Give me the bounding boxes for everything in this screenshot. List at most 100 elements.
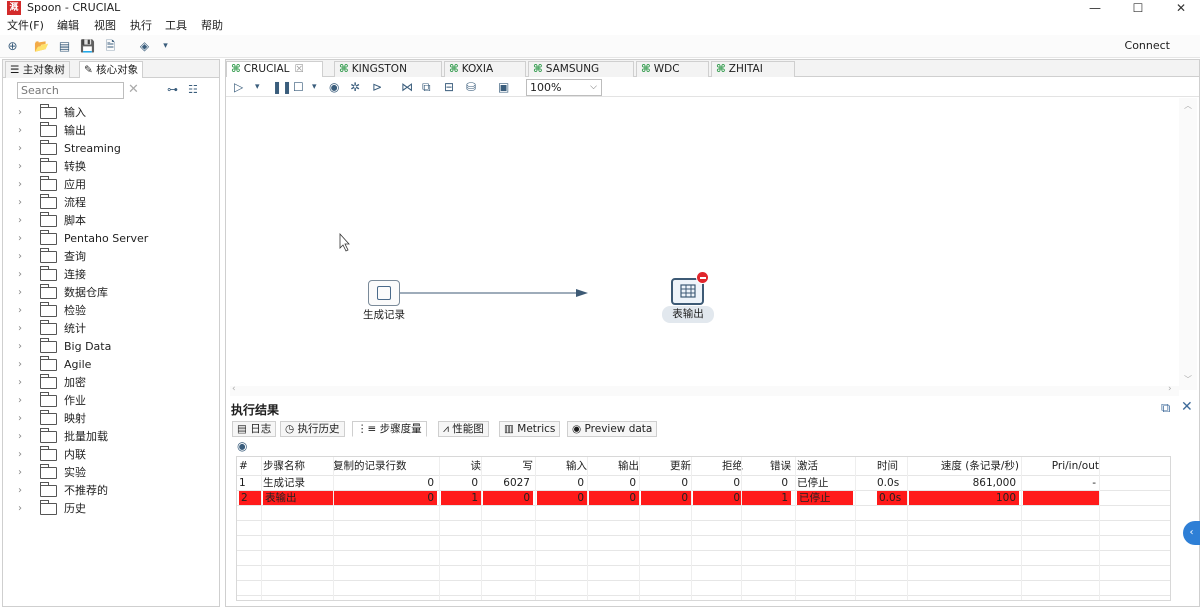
tree-item-experimental[interactable]: › 实验 bbox=[3, 464, 219, 482]
preview-icon[interactable]: ◉ bbox=[329, 80, 339, 94]
eye-icon[interactable]: ◉ bbox=[237, 439, 247, 453]
tab-performance[interactable]: ⩘ 性能图 bbox=[438, 421, 489, 437]
canvas-horizontal-scrollbar[interactable]: ‹ › bbox=[230, 384, 1179, 396]
chevron-right-icon[interactable]: › bbox=[18, 358, 22, 372]
collapse-tree-icon[interactable]: ☷ bbox=[188, 83, 198, 97]
chevron-right-icon[interactable]: › bbox=[18, 178, 22, 192]
tab-core-objects[interactable]: ✎ 核心对象 bbox=[79, 61, 144, 78]
tab-history[interactable]: ◷ 执行历史 bbox=[280, 421, 345, 437]
run-icon[interactable]: ▷ bbox=[234, 80, 243, 94]
chevron-right-icon[interactable]: › bbox=[18, 340, 22, 354]
verify-icon[interactable]: ⋈ bbox=[401, 80, 413, 94]
tree-item-inline[interactable]: › 内联 bbox=[3, 446, 219, 464]
tree-item-transform[interactable]: › 转换 bbox=[3, 158, 219, 176]
tree-item-lookup[interactable]: › 查询 bbox=[3, 248, 219, 266]
expand-tree-icon[interactable]: ⊶ bbox=[167, 83, 178, 97]
tree-item-joins[interactable]: › 连接 bbox=[3, 266, 219, 284]
explore-repo-icon[interactable]: ▤ bbox=[57, 39, 72, 53]
tab-preview[interactable]: ◉ Preview data bbox=[567, 421, 658, 437]
canvas-vertical-scrollbar[interactable]: ︿ ﹀ bbox=[1179, 98, 1197, 390]
tree-item-big-data[interactable]: › Big Data bbox=[3, 338, 219, 356]
search-input[interactable]: Search bbox=[17, 82, 124, 99]
close-tab-icon[interactable]: ☒ bbox=[295, 63, 304, 75]
tree-item-output[interactable]: › 输出 bbox=[3, 122, 219, 140]
menu-file[interactable]: 文件(F) bbox=[7, 19, 44, 32]
scroll-left-icon[interactable]: ‹ bbox=[232, 384, 236, 394]
open-file-icon[interactable]: 📂 bbox=[34, 39, 49, 53]
tree-item-scripting[interactable]: › 脚本 bbox=[3, 212, 219, 230]
tree-item-job[interactable]: › 作业 bbox=[3, 392, 219, 410]
chevron-right-icon[interactable]: › bbox=[18, 286, 22, 300]
chevron-right-icon[interactable]: › bbox=[18, 430, 22, 444]
tab-metrics[interactable]: ▥ Metrics bbox=[499, 421, 561, 437]
minimize-button[interactable]: — bbox=[1072, 0, 1118, 17]
tree-item-agile[interactable]: › Agile bbox=[3, 356, 219, 374]
chevron-right-icon[interactable]: › bbox=[18, 448, 22, 462]
tab-kingston[interactable]: ⌘ KINGSTON bbox=[334, 61, 442, 77]
chevron-right-icon[interactable]: › bbox=[18, 196, 22, 210]
show-results-icon[interactable]: ▣ bbox=[498, 80, 509, 94]
chevron-right-icon[interactable]: › bbox=[18, 484, 22, 498]
chevron-right-icon[interactable]: › bbox=[18, 502, 22, 516]
zoom-select[interactable]: 100% ⌵ bbox=[526, 79, 602, 96]
chevron-right-icon[interactable]: › bbox=[18, 394, 22, 408]
tree-item-mapping[interactable]: › 映射 bbox=[3, 410, 219, 428]
chevron-right-icon[interactable]: › bbox=[18, 304, 22, 318]
tree-item-statistics[interactable]: › 统计 bbox=[3, 320, 219, 338]
chevron-right-icon[interactable]: › bbox=[18, 106, 22, 120]
tree-item-flow[interactable]: › 流程 bbox=[3, 194, 219, 212]
chevron-right-icon[interactable]: › bbox=[18, 376, 22, 390]
tab-crucial[interactable]: ⌘ CRUCIAL ☒ bbox=[226, 61, 323, 77]
tree-item-utility[interactable]: › 应用 bbox=[3, 176, 219, 194]
tab-zhitai[interactable]: ⌘ ZHITAI bbox=[711, 61, 795, 77]
stop-options-icon[interactable]: ▾ bbox=[312, 80, 317, 94]
stop-icon[interactable]: ☐ bbox=[293, 80, 304, 94]
chevron-right-icon[interactable]: › bbox=[18, 214, 22, 228]
connect-button[interactable]: Connect bbox=[1125, 39, 1170, 53]
clear-search-icon[interactable]: ✕ bbox=[128, 82, 139, 98]
close-button[interactable]: ✕ bbox=[1158, 0, 1200, 17]
sql-icon[interactable]: ⊟ bbox=[444, 80, 454, 94]
tree-item-validation[interactable]: › 检验 bbox=[3, 302, 219, 320]
tree-item-input[interactable]: › 输入 bbox=[3, 104, 219, 122]
chevron-right-icon[interactable]: › bbox=[18, 412, 22, 426]
tree-item-bulk-loading[interactable]: › 批量加载 bbox=[3, 428, 219, 446]
scroll-up-icon[interactable]: ︿ bbox=[1184, 100, 1192, 111]
tree-item-pentaho-server[interactable]: › Pentaho Server bbox=[3, 230, 219, 248]
save-icon[interactable]: 💾 bbox=[80, 39, 95, 53]
chevron-right-icon[interactable]: › bbox=[18, 268, 22, 282]
explore-db-icon[interactable]: ⛁ bbox=[466, 80, 476, 94]
tab-koxia[interactable]: ⌘ KOXIA bbox=[444, 61, 526, 77]
tab-main-tree[interactable]: ☰ 主对象树 bbox=[5, 61, 70, 78]
tab-log[interactable]: ▤ 日志 bbox=[232, 421, 277, 437]
tree-item-streaming[interactable]: › Streaming bbox=[3, 140, 219, 158]
generate-rows-icon[interactable] bbox=[368, 280, 400, 306]
tree-item-cryptography[interactable]: › 加密 bbox=[3, 374, 219, 392]
chevron-right-icon[interactable]: › bbox=[18, 142, 22, 156]
tree-item-history[interactable]: › 历史 bbox=[3, 500, 219, 518]
tree-item-deprecated[interactable]: › 不推荐的 bbox=[3, 482, 219, 500]
impact-icon[interactable]: ⧉ bbox=[422, 80, 431, 94]
side-toggle-icon[interactable]: ‹ bbox=[1183, 521, 1200, 545]
close-results-icon[interactable]: ✕ bbox=[1181, 400, 1193, 415]
chevron-right-icon[interactable]: › bbox=[18, 250, 22, 264]
maximize-button[interactable]: ☐ bbox=[1115, 0, 1161, 17]
menu-edit[interactable]: 编辑 bbox=[57, 19, 79, 32]
scroll-right-icon[interactable]: › bbox=[1168, 384, 1172, 394]
transformation-canvas[interactable]: 生成记录 表输出 bbox=[230, 98, 1185, 388]
popout-icon[interactable]: ⧉ bbox=[1161, 401, 1170, 416]
menu-tools[interactable]: 工具 bbox=[165, 19, 187, 32]
run-options-icon[interactable]: ▾ bbox=[255, 80, 260, 94]
chevron-right-icon[interactable]: › bbox=[18, 124, 22, 138]
replay-icon[interactable]: ⊳ bbox=[372, 80, 382, 94]
debug-icon[interactable]: ✲ bbox=[350, 80, 360, 94]
chevron-down-icon[interactable]: ▾ bbox=[158, 39, 173, 53]
chevron-right-icon[interactable]: › bbox=[18, 322, 22, 336]
save-as-icon[interactable]: 🗎 bbox=[103, 39, 118, 53]
new-file-icon[interactable]: ⊕ bbox=[5, 39, 20, 53]
tab-samsung[interactable]: ⌘ SAMSUNG bbox=[528, 61, 634, 77]
tab-step-metrics[interactable]: ⋮≡ 步骤度量 bbox=[352, 421, 427, 437]
chevron-right-icon[interactable]: › bbox=[18, 466, 22, 480]
menu-run[interactable]: 执行 bbox=[130, 19, 152, 32]
pause-icon[interactable]: ❚❚ bbox=[272, 80, 292, 94]
